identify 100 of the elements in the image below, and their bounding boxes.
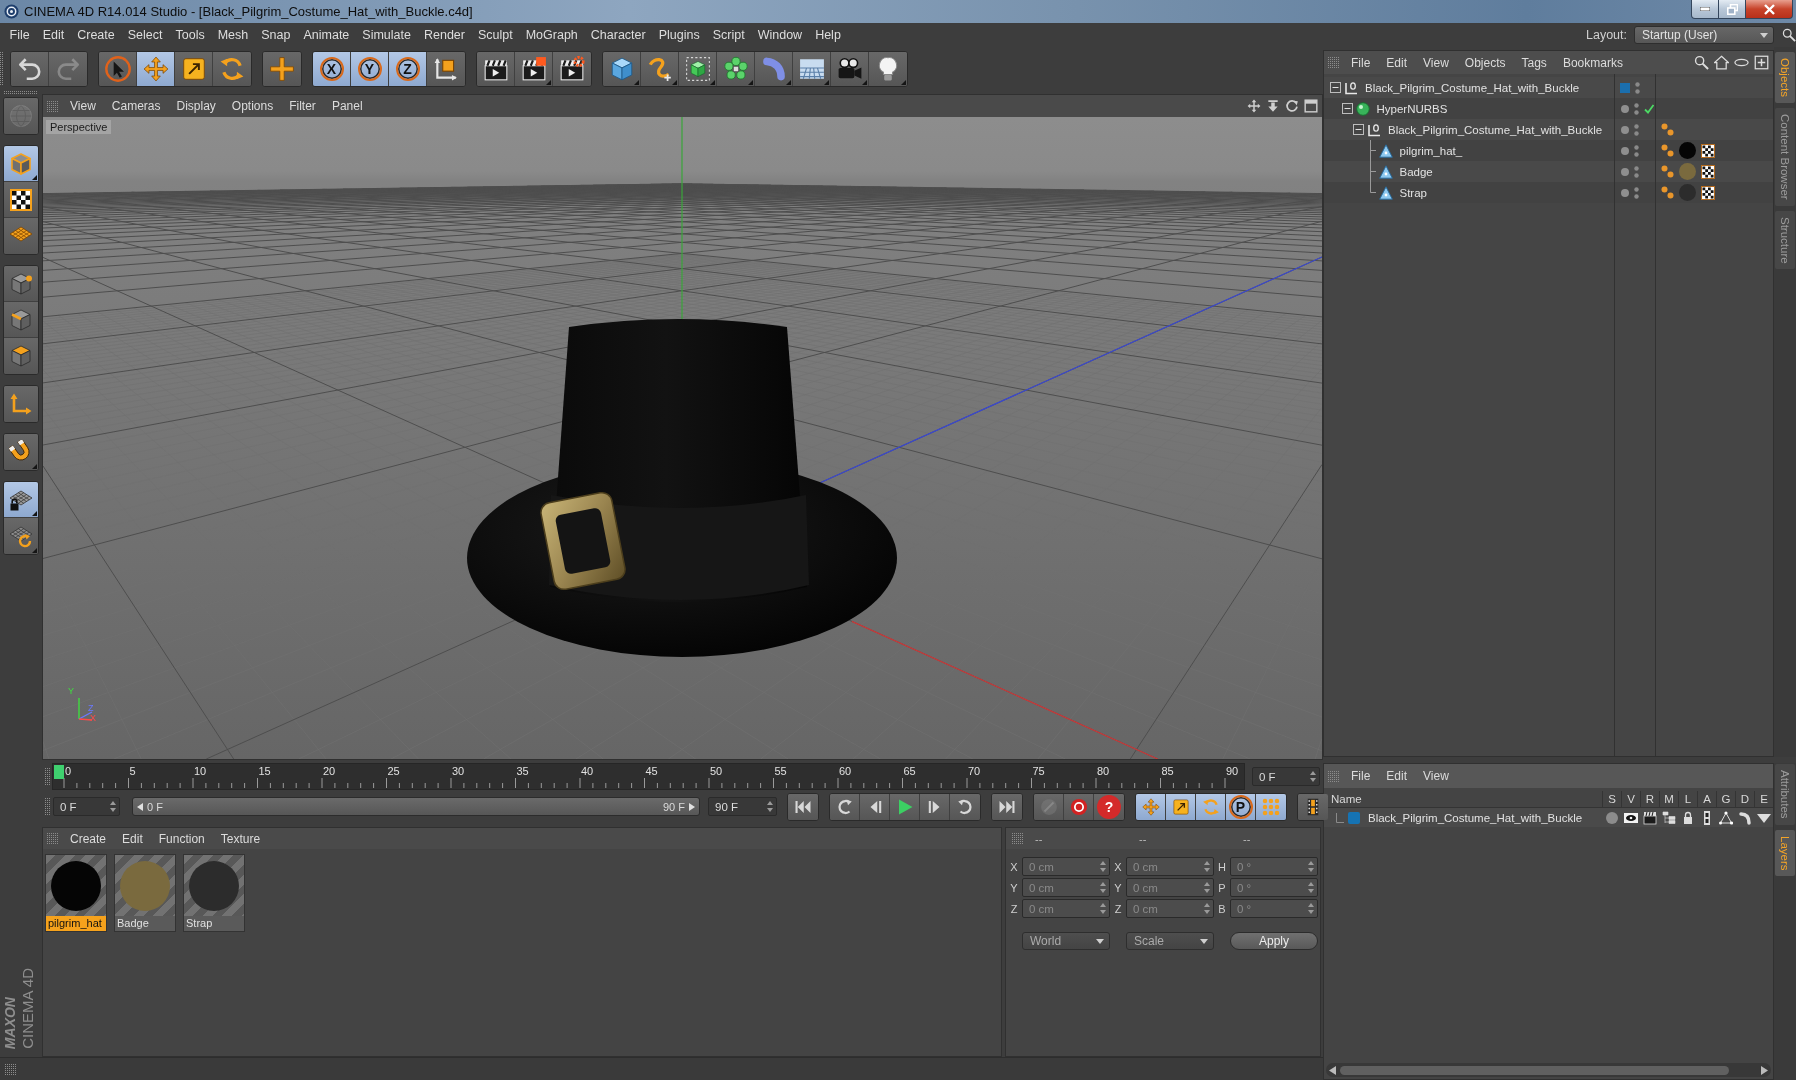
menu-item[interactable]: Snap (254, 28, 297, 42)
scale-key-button[interactable] (1166, 793, 1196, 820)
bend-icon[interactable] (1737, 810, 1752, 825)
scrollbar-thumb[interactable] (1340, 1065, 1729, 1075)
layout-dropdown[interactable]: Startup (User) (1634, 26, 1774, 44)
rotation-key-button[interactable] (1196, 793, 1226, 820)
object-row[interactable]: Badge (1324, 161, 1773, 182)
grip-icon[interactable] (47, 833, 58, 844)
dot-icon[interactable] (1621, 104, 1629, 113)
menu-item[interactable]: Options (223, 99, 282, 113)
menu-item[interactable]: Mesh (211, 28, 255, 42)
dot-icon[interactable] (1621, 125, 1629, 134)
autokey-button[interactable] (1064, 793, 1094, 820)
side-tab[interactable]: Layers (1775, 829, 1795, 877)
object-row[interactable]: Black_Pilgrim_Costume_Hat_with_Buckle (1324, 77, 1773, 98)
cube-button[interactable] (603, 51, 641, 86)
menu-item[interactable]: Bookmarks (1554, 55, 1631, 70)
grip-icon[interactable] (0, 51, 4, 86)
close-button[interactable] (1745, 0, 1793, 19)
menu-item[interactable]: View (1415, 769, 1457, 783)
maximize-button[interactable] (1718, 0, 1746, 19)
menu-item[interactable]: File (1343, 769, 1379, 783)
viewport[interactable]: Perspective Y Z X (43, 117, 1322, 759)
go-to-start-button[interactable] (788, 793, 818, 820)
subdivision-button[interactable] (679, 51, 717, 86)
dot-icon[interactable] (1621, 188, 1629, 197)
next-key-button[interactable] (950, 793, 980, 820)
menu-item[interactable]: Window (751, 28, 809, 42)
vertex-nodes-icon[interactable] (1718, 810, 1733, 825)
render-picture-button[interactable] (515, 51, 553, 86)
search-icon[interactable] (1694, 55, 1709, 70)
dot-icon[interactable] (1621, 146, 1629, 155)
polygons-mode-button[interactable] (4, 338, 38, 374)
dot-icon[interactable] (1621, 167, 1629, 176)
checker-tag-icon[interactable] (1701, 143, 1715, 158)
menu-item[interactable]: View (62, 99, 104, 113)
move-tool-button[interactable] (137, 51, 175, 86)
stacked-dots-icon[interactable] (1634, 123, 1639, 136)
column-header[interactable]: V (1621, 791, 1640, 807)
clapperboard-icon[interactable] (1642, 810, 1657, 825)
menu-item[interactable]: Objects (1456, 55, 1514, 70)
planar-workplane-button[interactable] (4, 518, 38, 554)
column-header[interactable]: E (1754, 791, 1773, 807)
object-name[interactable]: Black_Pilgrim_Costume_Hat_with_Buckle (1388, 123, 1603, 136)
search-icon[interactable] (1782, 28, 1796, 42)
position-key-button[interactable] (1136, 793, 1166, 820)
deformer-button[interactable] (755, 51, 793, 86)
plus-box-icon[interactable] (1754, 55, 1769, 70)
undo-button[interactable] (11, 51, 49, 86)
camera-button[interactable] (831, 51, 869, 86)
axis-lock-button[interactable]: Y (351, 51, 389, 86)
object-name[interactable]: HyperNURBS (1376, 102, 1448, 115)
menu-item[interactable]: Animate (296, 28, 356, 42)
point-level-button[interactable] (1256, 793, 1286, 820)
next-frame-button[interactable] (920, 793, 950, 820)
down-arrow-icon[interactable] (1266, 99, 1280, 113)
menu-item[interactable]: Panel (323, 99, 371, 113)
object-name[interactable]: pilgrim_hat_ (1399, 144, 1463, 157)
check-icon[interactable] (1644, 103, 1654, 114)
dot-icon[interactable] (1604, 810, 1619, 825)
menu-item[interactable]: Simulate (355, 28, 418, 42)
coordinate-system-button[interactable] (427, 51, 465, 86)
stacked-dots-icon[interactable] (1634, 165, 1639, 178)
column-header[interactable]: L (1678, 791, 1697, 807)
menu-item[interactable]: Plugins (652, 28, 707, 42)
minimize-button[interactable] (1691, 0, 1719, 19)
menu-item[interactable]: Character (584, 28, 653, 42)
menu-item[interactable]: Help (808, 28, 848, 42)
material-thumbnail[interactable]: pilgrim_hat (45, 854, 107, 932)
question-button[interactable]: ? (1094, 793, 1124, 820)
menu-item[interactable]: MoGraph (519, 28, 585, 42)
menu-item[interactable]: Script (706, 28, 752, 42)
rotate-tool-button[interactable] (213, 51, 251, 86)
start-frame-field[interactable]: 0 F (53, 797, 120, 816)
current-frame-field[interactable]: 0 F (1252, 767, 1320, 786)
spline-button[interactable] (641, 51, 679, 86)
menu-item[interactable]: Tools (169, 28, 212, 42)
environment-button[interactable] (793, 51, 831, 86)
color-swatch-icon[interactable] (1620, 82, 1630, 93)
menu-item[interactable]: Filter (281, 99, 324, 113)
menu-item[interactable]: Create (70, 28, 122, 42)
end-frame-field[interactable]: 90 F (708, 797, 777, 816)
grip-icon[interactable] (4, 91, 38, 95)
menu-item[interactable]: File (3, 28, 37, 42)
checker-tag-icon[interactable] (1701, 164, 1715, 179)
texture-mode-button[interactable] (4, 182, 38, 218)
menu-item[interactable]: Edit (36, 28, 71, 42)
column-header[interactable]: D (1735, 791, 1754, 807)
edges-mode-button[interactable] (4, 302, 38, 338)
column-header[interactable]: Name (1324, 791, 1602, 807)
color-swatch-icon[interactable] (1348, 811, 1360, 824)
grip-icon[interactable] (5, 1063, 16, 1075)
column-header[interactable]: S (1602, 791, 1621, 807)
timeline-ruler[interactable]: 0 5 10 15 20 25 30 35 40 45 50 55 60 65 70 75 80 85 90 (52, 763, 1245, 790)
go-to-end-button[interactable] (992, 793, 1022, 820)
home-icon[interactable] (1714, 55, 1729, 70)
object-name[interactable]: Badge (1399, 165, 1433, 178)
column-header[interactable]: A (1697, 791, 1716, 807)
render-view-button[interactable] (477, 51, 515, 86)
workplane-mode-button[interactable] (4, 218, 38, 254)
